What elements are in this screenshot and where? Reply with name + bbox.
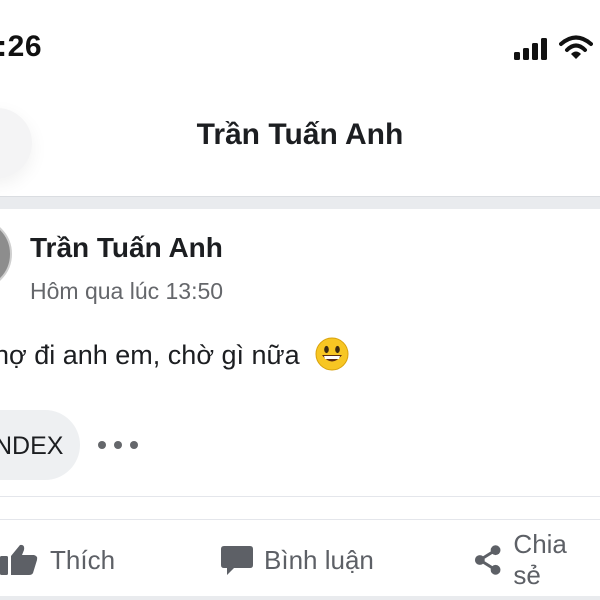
post-author-name[interactable]: Trần Tuấn Anh (30, 232, 223, 264)
bottom-divider (0, 596, 600, 600)
divider (0, 496, 600, 497)
post-text-content: hợ đi anh em, chờ gì nữa (0, 340, 300, 371)
share-label: Chia sẻ (513, 529, 567, 590)
tag-label[interactable]: NDEX (0, 432, 63, 461)
screen: 4:26 Trần Tuấn Anh Trần Tuấn Anh Hôm qua… (0, 0, 600, 600)
top-navigation-bar: Trần Tuấn Anh (0, 88, 600, 196)
smiling-face-emoji-icon (315, 337, 349, 371)
like-label: Thích (50, 544, 116, 575)
share-icon (474, 545, 501, 575)
comment-button[interactable]: Bình luận (220, 540, 374, 580)
wifi-icon (559, 35, 593, 59)
share-button[interactable]: Chia sẻ (472, 529, 600, 590)
cellular-signal-icon (514, 38, 550, 60)
header-divider (0, 196, 600, 209)
status-time: 4:26 (0, 30, 43, 63)
like-button[interactable]: Thích (0, 540, 115, 580)
post-text: hợ đi anh em, chờ gì nữa (0, 337, 349, 374)
thumbs-up-icon (0, 544, 38, 575)
comment-icon (221, 546, 253, 575)
more-dots-icon[interactable] (96, 432, 140, 456)
avatar[interactable] (0, 218, 12, 290)
comment-label: Bình luận (264, 544, 374, 575)
post-timestamp[interactable]: Hôm qua lúc 13:50 (30, 278, 223, 305)
divider (0, 519, 600, 520)
page-title: Trần Tuấn Anh (196, 118, 404, 151)
